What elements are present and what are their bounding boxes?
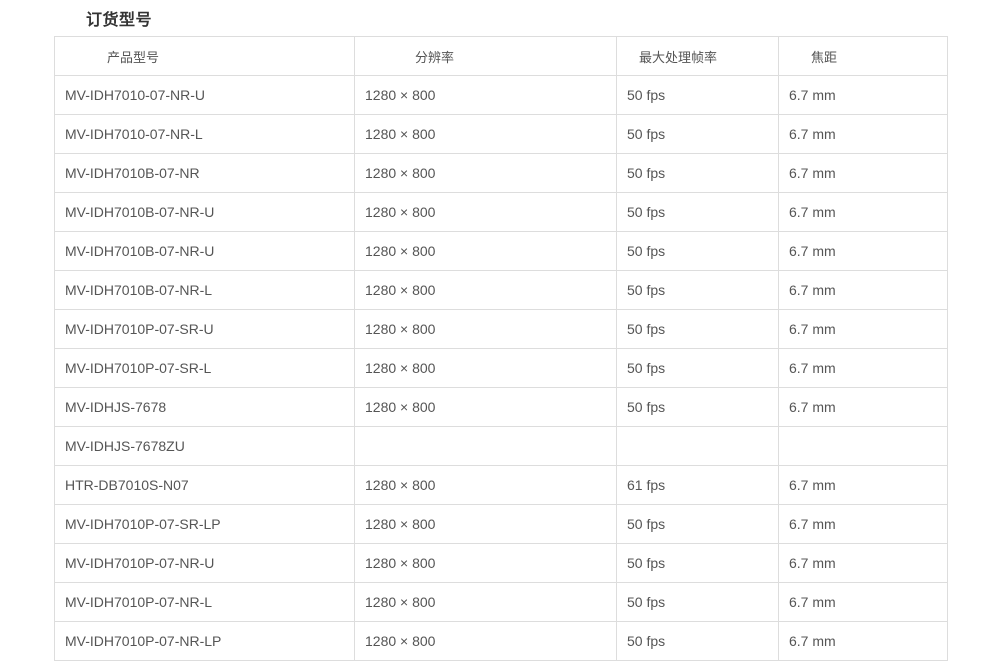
cell-max-frame-rate: 50 fps	[616, 504, 779, 544]
page: 订货型号 产品型号 分辨率 最大处理帧率 焦距 MV-IDH7010-07-NR…	[0, 0, 999, 672]
cell-focal-length: 6.7 mm	[778, 582, 948, 622]
cell-product-model: MV-IDH7010P-07-NR-LP	[54, 621, 355, 661]
cell-max-frame-rate: 50 fps	[616, 387, 779, 427]
cell-resolution: 1280 × 800	[354, 465, 617, 505]
table-row: MV-IDH7010B-07-NR-L 1280 × 800 50 fps 6.7 m…	[54, 270, 948, 310]
cell-focal-length	[778, 426, 948, 466]
table-header: 产品型号 分辨率 最大处理帧率 焦距	[54, 36, 948, 76]
table-body: MV-IDH7010-07-NR-U 1280 × 800 50 fps 6.7 mm…	[54, 75, 948, 661]
header-product-model: 产品型号	[54, 36, 355, 76]
cell-focal-length: 6.7 mm	[778, 387, 948, 427]
cell-product-model: MV-IDHJS-7678ZU	[54, 426, 355, 466]
cell-resolution: 1280 × 800	[354, 75, 617, 115]
cell-product-model: MV-IDH7010P-07-NR-L	[54, 582, 355, 622]
table-row: MV-IDH7010B-07-NR-U 1280 × 800 50 fps 6.7 m…	[54, 231, 948, 271]
cell-resolution: 1280 × 800	[354, 192, 617, 232]
ordering-model-table: 产品型号 分辨率 最大处理帧率 焦距 MV-IDH7010-07-NR-U 128…	[54, 36, 948, 661]
cell-resolution: 1280 × 800	[354, 582, 617, 622]
cell-max-frame-rate: 50 fps	[616, 231, 779, 271]
header-focal-length: 焦距	[778, 36, 948, 76]
cell-max-frame-rate: 50 fps	[616, 621, 779, 661]
table-row: MV-IDH7010-07-NR-U 1280 × 800 50 fps 6.7 mm	[54, 75, 948, 115]
table-row: MV-IDHJS-7678 1280 × 800 50 fps 6.7 mm	[54, 387, 948, 427]
cell-max-frame-rate: 50 fps	[616, 348, 779, 388]
table-row: MV-IDH7010B-07-NR-U 1280 × 800 50 fps 6.7 m…	[54, 192, 948, 232]
table-row: MV-IDH7010-07-NR-L 1280 × 800 50 fps 6.7 mm	[54, 114, 948, 154]
cell-max-frame-rate: 50 fps	[616, 75, 779, 115]
cell-product-model: MV-IDH7010P-07-NR-U	[54, 543, 355, 583]
cell-product-model: MV-IDH7010B-07-NR	[54, 153, 355, 193]
cell-focal-length: 6.7 mm	[778, 543, 948, 583]
cell-focal-length: 6.7 mm	[778, 270, 948, 310]
cell-focal-length: 6.7 mm	[778, 309, 948, 349]
cell-product-model: MV-IDH7010P-07-SR-LP	[54, 504, 355, 544]
table-row: MV-IDHJS-7678ZU	[54, 426, 948, 466]
cell-focal-length: 6.7 mm	[778, 504, 948, 544]
cell-max-frame-rate: 61 fps	[616, 465, 779, 505]
cell-product-model: MV-IDH7010B-07-NR-U	[54, 231, 355, 271]
cell-resolution: 1280 × 800	[354, 348, 617, 388]
section-title: 订货型号	[86, 10, 153, 29]
cell-focal-length: 6.7 mm	[778, 192, 948, 232]
cell-product-model: MV-IDH7010P-07-SR-L	[54, 348, 355, 388]
cell-max-frame-rate: 50 fps	[616, 582, 779, 622]
cell-max-frame-rate	[616, 426, 779, 466]
cell-resolution: 1280 × 800	[354, 153, 617, 193]
cell-resolution: 1280 × 800	[354, 504, 617, 544]
cell-focal-length: 6.7 mm	[778, 114, 948, 154]
cell-focal-length: 6.7 mm	[778, 348, 948, 388]
cell-resolution: 1280 × 800	[354, 543, 617, 583]
cell-product-model: MV-IDHJS-7678	[54, 387, 355, 427]
cell-product-model: MV-IDH7010-07-NR-L	[54, 114, 355, 154]
cell-resolution: 1280 × 800	[354, 270, 617, 310]
cell-focal-length: 6.7 mm	[778, 75, 948, 115]
cell-focal-length: 6.7 mm	[778, 621, 948, 661]
cell-max-frame-rate: 50 fps	[616, 543, 779, 583]
cell-product-model: MV-IDH7010-07-NR-U	[54, 75, 355, 115]
cell-max-frame-rate: 50 fps	[616, 270, 779, 310]
table-row: MV-IDH7010P-07-SR-L 1280 × 800 50 fps 6.7 m…	[54, 348, 948, 388]
table-row: MV-IDH7010P-07-NR-LP 1280 × 800 50 fps 6.7 …	[54, 621, 948, 661]
cell-max-frame-rate: 50 fps	[616, 153, 779, 193]
cell-resolution: 1280 × 800	[354, 387, 617, 427]
cell-resolution: 1280 × 800	[354, 621, 617, 661]
header-row: 产品型号 分辨率 最大处理帧率 焦距	[54, 36, 948, 76]
cell-focal-length: 6.7 mm	[778, 465, 948, 505]
table-row: HTR-DB7010S-N07 1280 × 800 61 fps 6.7 mm	[54, 465, 948, 505]
cell-max-frame-rate: 50 fps	[616, 192, 779, 232]
cell-resolution: 1280 × 800	[354, 231, 617, 271]
header-resolution: 分辨率	[354, 36, 617, 76]
cell-focal-length: 6.7 mm	[778, 153, 948, 193]
cell-max-frame-rate: 50 fps	[616, 114, 779, 154]
cell-resolution	[354, 426, 617, 466]
cell-resolution: 1280 × 800	[354, 309, 617, 349]
cell-focal-length: 6.7 mm	[778, 231, 948, 271]
cell-product-model: HTR-DB7010S-N07	[54, 465, 355, 505]
cell-product-model: MV-IDH7010B-07-NR-L	[54, 270, 355, 310]
cell-product-model: MV-IDH7010B-07-NR-U	[54, 192, 355, 232]
table-row: MV-IDH7010P-07-SR-U 1280 × 800 50 fps 6.7 m…	[54, 309, 948, 349]
cell-product-model: MV-IDH7010P-07-SR-U	[54, 309, 355, 349]
cell-resolution: 1280 × 800	[354, 114, 617, 154]
cell-max-frame-rate: 50 fps	[616, 309, 779, 349]
header-max-frame-rate: 最大处理帧率	[616, 36, 779, 76]
table-row: MV-IDH7010P-07-NR-U 1280 × 800 50 fps 6.7 m…	[54, 543, 948, 583]
table-row: MV-IDH7010B-07-NR 1280 × 800 50 fps 6.7 mm	[54, 153, 948, 193]
table-row: MV-IDH7010P-07-SR-LP 1280 × 800 50 fps 6.7 …	[54, 504, 948, 544]
table-row: MV-IDH7010P-07-NR-L 1280 × 800 50 fps 6.7 m…	[54, 582, 948, 622]
